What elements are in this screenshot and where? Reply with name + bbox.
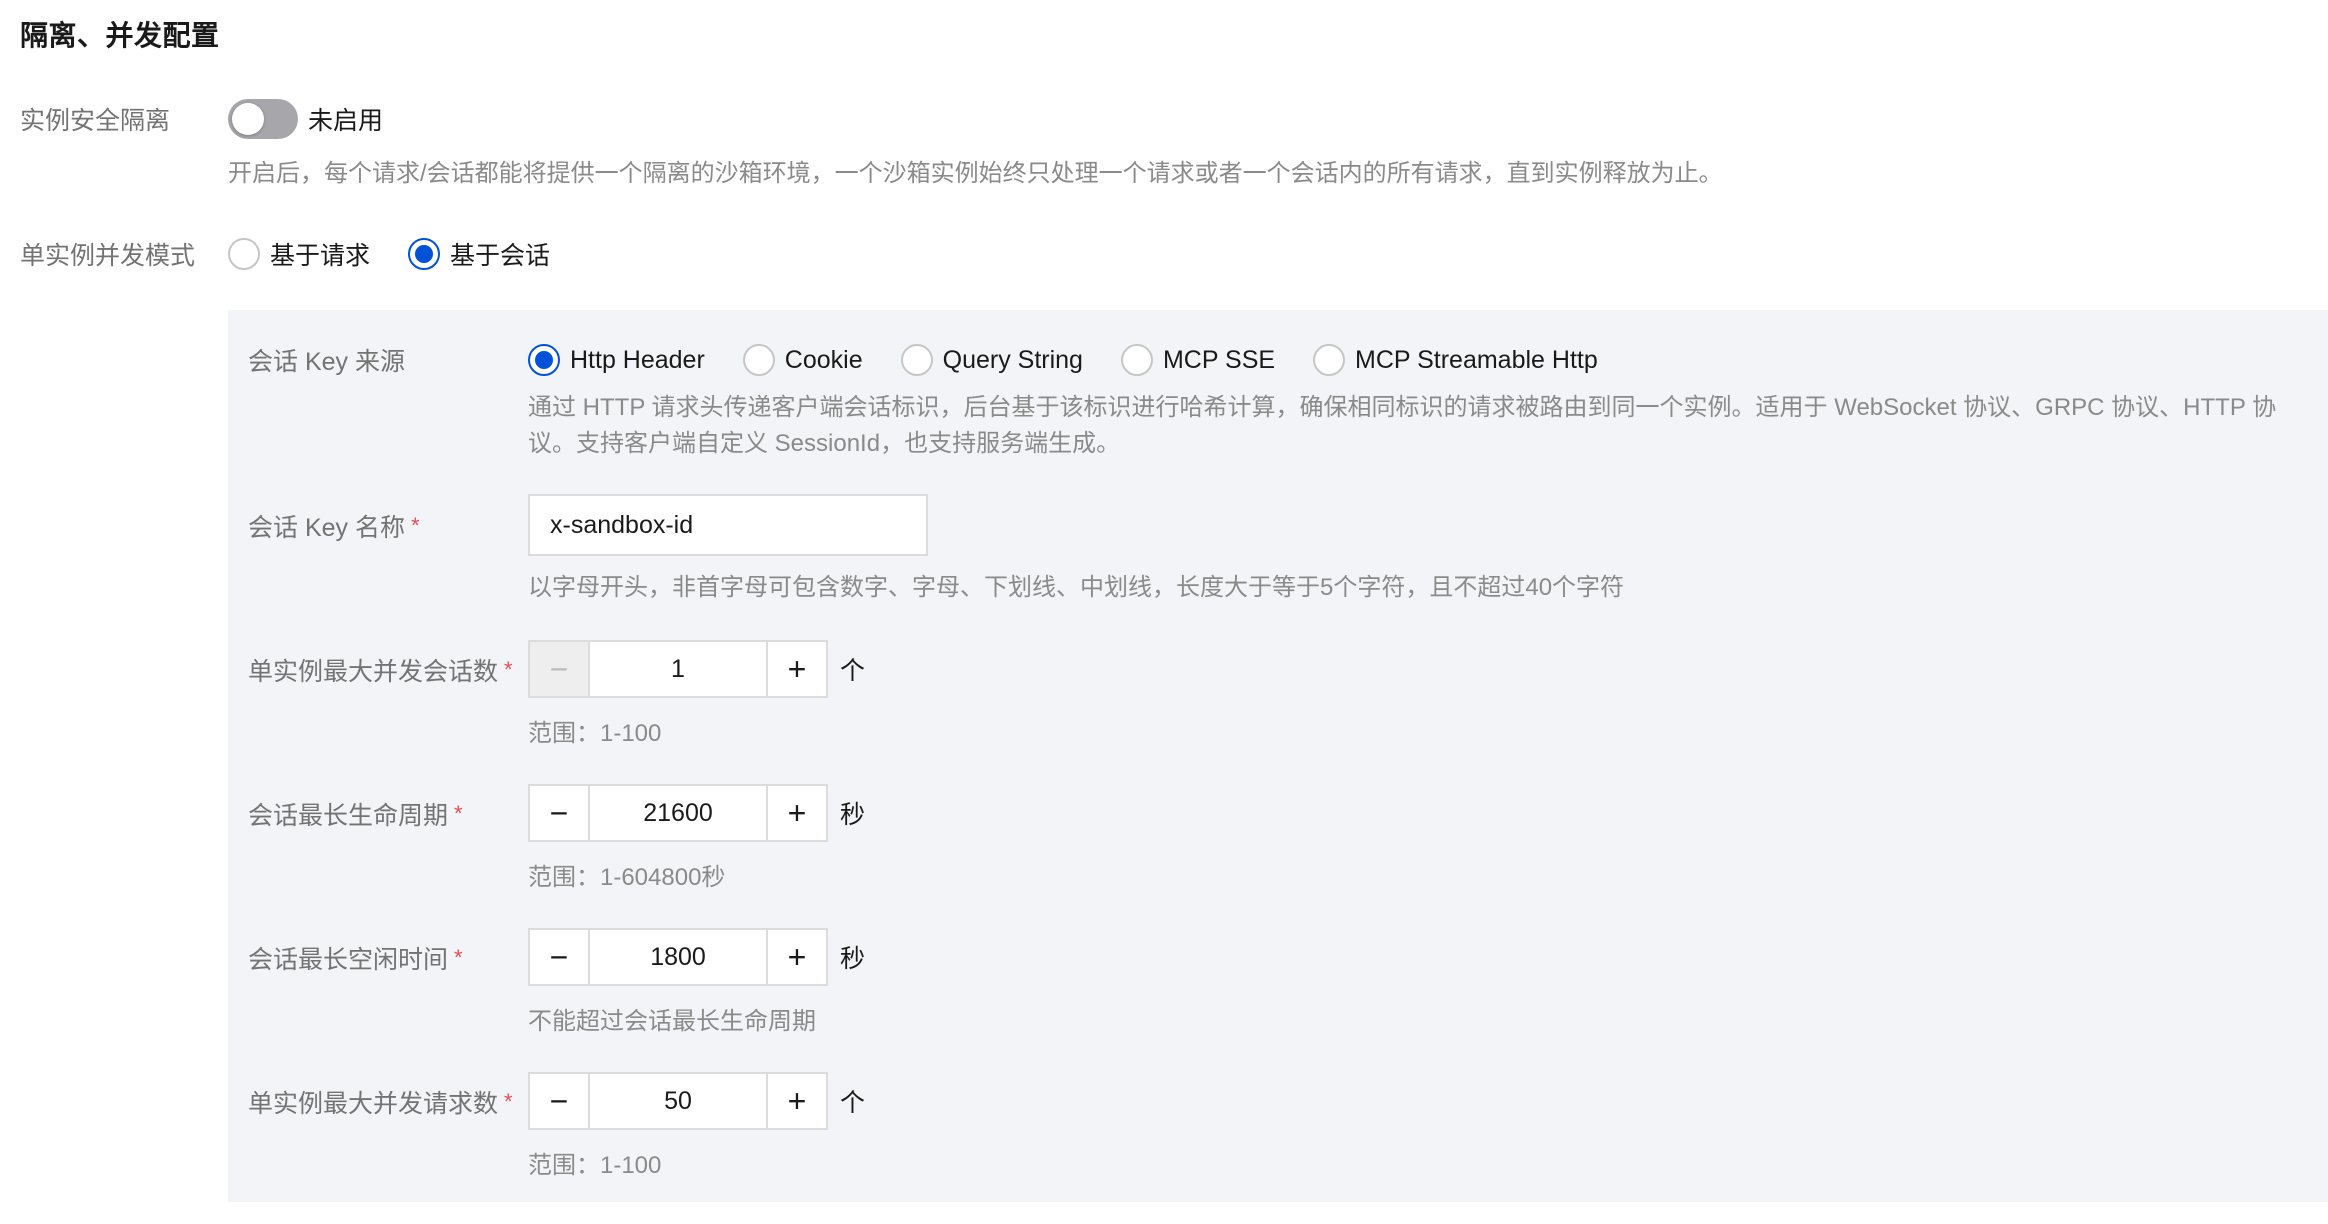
radio-circle-checked [528, 344, 560, 376]
max-sessions-stepper-row: − 1 + 个 [528, 640, 865, 698]
concurrency-mode-label-row: 单实例并发模式 [20, 234, 195, 274]
radio-circle [228, 238, 260, 270]
session-idle-hint: 不能超过会话最长生命周期 [528, 1008, 816, 1035]
required-mark: * [504, 657, 513, 682]
required-mark: * [454, 945, 463, 970]
max-requests-label: 单实例最大并发请求数 [248, 1090, 499, 1118]
radio-label: MCP SSE [1162, 345, 1276, 374]
decrement-button[interactable]: − [530, 930, 590, 984]
max-sessions-hint: 范围：1-100 [528, 720, 662, 747]
session-lifetime-stepper: − 21600 + [528, 784, 828, 842]
session-lifetime-stepper-row: − 21600 + 秒 [528, 784, 865, 842]
session-idle-value[interactable]: 1800 [590, 930, 766, 984]
session-key-name-label-row: 会话 Key 名称 * [248, 508, 420, 544]
session-idle-unit: 秒 [840, 945, 866, 973]
session-lifetime-hint: 范围：1-604800秒 [528, 864, 726, 891]
radio-circle [742, 344, 775, 376]
radio-circle [1313, 344, 1346, 376]
max-requests-value[interactable]: 50 [590, 1074, 766, 1128]
session-lifetime-label-row: 会话最长生命周期 * [248, 796, 463, 832]
max-sessions-label-row: 单实例最大并发会话数 * [248, 652, 513, 688]
session-key-name-input-row [528, 494, 928, 556]
increment-button[interactable]: + [766, 786, 826, 840]
max-requests-label-row: 单实例最大并发请求数 * [248, 1084, 513, 1120]
radio-label: Query String [942, 345, 1083, 374]
max-sessions-value[interactable]: 1 [590, 642, 766, 696]
isolation-toggle-row: 未启用 [228, 98, 383, 140]
radio-mcp-streamable-http[interactable]: MCP Streamable Http [1313, 344, 1598, 376]
session-key-source-label: 会话 Key 来源 [248, 348, 405, 376]
increment-button[interactable]: + [766, 1074, 826, 1128]
session-key-source-hint: 通过 HTTP 请求头传递客户端会话标识，后台基于该标识进行哈希计算，确保相同标… [528, 390, 2308, 462]
session-key-source-radio-group: Http Header Cookie Query String MCP SSE … [528, 342, 1636, 378]
max-sessions-label: 单实例最大并发会话数 [248, 658, 499, 686]
hint-line: 议。支持客户端自定义 SessionId，也支持服务端生成。 [528, 430, 1121, 457]
required-mark: * [454, 801, 463, 826]
isolation-hint: 开启后，每个请求/会话都能将提供一个隔离的沙箱环境，一个沙箱实例始终只处理一个请… [228, 160, 1723, 187]
decrement-button[interactable]: − [530, 1074, 590, 1128]
session-key-source-label-row: 会话 Key 来源 [248, 342, 405, 378]
session-key-name-input[interactable] [528, 494, 928, 556]
radio-cookie[interactable]: Cookie [742, 344, 863, 376]
radio-query-string[interactable]: Query String [900, 344, 1083, 376]
max-requests-unit: 个 [840, 1089, 866, 1117]
isolation-toggle[interactable] [228, 99, 298, 139]
decrement-button[interactable]: − [530, 642, 590, 696]
session-idle-label-row: 会话最长空闲时间 * [248, 940, 463, 976]
radio-per-session[interactable]: 基于会话 [408, 236, 550, 272]
radio-label: Http Header [570, 345, 705, 374]
toggle-knob [232, 103, 264, 135]
increment-button[interactable]: + [766, 642, 826, 696]
radio-label: 基于会话 [450, 242, 551, 270]
session-key-name-label: 会话 Key 名称 [248, 514, 405, 542]
isolation-label: 实例安全隔离 [20, 107, 171, 135]
decrement-button[interactable]: − [530, 786, 590, 840]
increment-button[interactable]: + [766, 930, 826, 984]
radio-mcp-sse[interactable]: MCP SSE [1120, 344, 1276, 376]
radio-circle [1120, 344, 1153, 376]
radio-per-request[interactable]: 基于请求 [228, 236, 370, 272]
section-title: 隔离、并发配置 [20, 20, 220, 51]
max-sessions-stepper: − 1 + [528, 640, 828, 698]
radio-label: 基于请求 [270, 242, 371, 270]
session-idle-stepper-row: − 1800 + 秒 [528, 928, 865, 986]
radio-circle [900, 344, 933, 376]
radio-http-header[interactable]: Http Header [528, 344, 705, 376]
max-requests-hint: 范围：1-100 [528, 1152, 662, 1179]
concurrency-mode-radio-group: 基于请求 基于会话 [228, 234, 588, 274]
session-idle-stepper: − 1800 + [528, 928, 828, 986]
radio-label: Cookie [784, 345, 863, 374]
session-idle-label: 会话最长空闲时间 [248, 946, 449, 974]
max-requests-stepper: − 50 + [528, 1072, 828, 1130]
isolation-row: 实例安全隔离 [20, 98, 170, 140]
radio-circle-checked [408, 238, 441, 270]
concurrency-mode-label: 单实例并发模式 [20, 242, 196, 270]
required-mark: * [504, 1089, 513, 1114]
session-lifetime-label: 会话最长生命周期 [248, 802, 449, 830]
hint-line: 通过 HTTP 请求头传递客户端会话标识，后台基于该标识进行哈希计算，确保相同标… [528, 394, 2277, 421]
max-requests-stepper-row: − 50 + 个 [528, 1072, 865, 1130]
session-lifetime-value[interactable]: 21600 [590, 786, 766, 840]
session-key-name-hint: 以字母开头，非首字母可包含数字、字母、下划线、中划线，长度大于等于5个字符，且不… [528, 574, 1625, 601]
max-sessions-unit: 个 [840, 657, 866, 685]
isolation-toggle-state: 未启用 [308, 107, 384, 135]
session-lifetime-unit: 秒 [840, 801, 866, 829]
radio-label: MCP Streamable Http [1355, 345, 1598, 374]
required-mark: * [410, 513, 420, 538]
